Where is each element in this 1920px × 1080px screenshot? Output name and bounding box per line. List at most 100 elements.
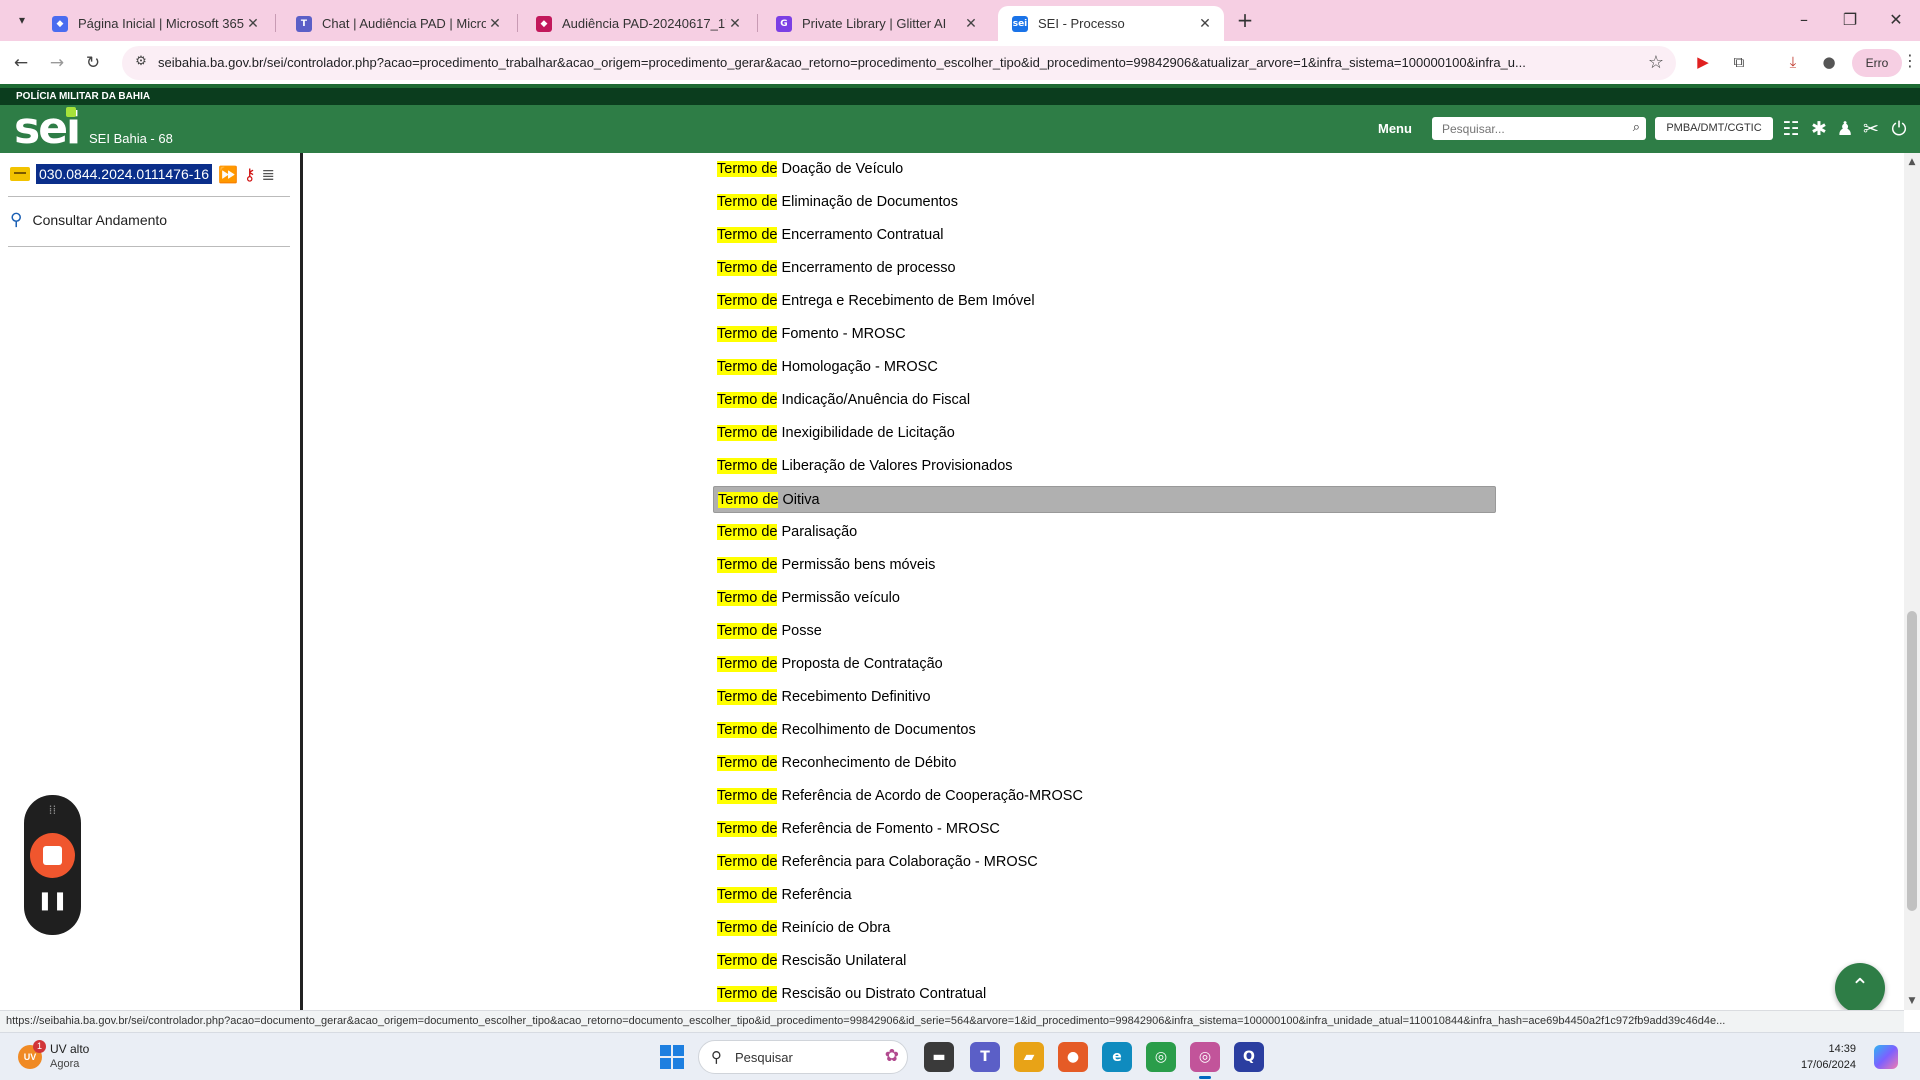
forward-arrow-icon[interactable]: → — [44, 50, 70, 76]
quickassist-app-icon[interactable]: Q — [1234, 1042, 1264, 1072]
document-type-option[interactable]: Termo de Paralisação — [713, 519, 1496, 546]
document-type-option[interactable]: Termo de Eliminação de Documentos — [713, 189, 1496, 216]
document-type-option[interactable]: Termo de Proposta de Contratação — [713, 651, 1496, 678]
file-manager-icon[interactable]: ▬ — [924, 1042, 954, 1072]
access-key-icon[interactable]: ⚷ — [244, 165, 256, 184]
menu-button[interactable]: Menu — [1378, 121, 1412, 136]
control-list-icon[interactable]: ☷ — [1780, 117, 1802, 141]
document-type-option[interactable]: Termo de Reinício de Obra — [713, 915, 1496, 942]
database-icon[interactable]: ≣ — [262, 165, 275, 184]
document-type-option[interactable]: Termo de Recolhimento de Documentos — [713, 717, 1496, 744]
edge-app-icon[interactable]: e — [1102, 1042, 1132, 1072]
tab-close-icon[interactable]: ✕ — [962, 16, 980, 32]
document-type-option[interactable]: Termo de Permissão bens móveis — [713, 552, 1496, 579]
browser-tab[interactable]: T Chat | Audiência PAD | Microsoft Teams✕ — [282, 6, 514, 41]
search-match-highlight: Termo de — [717, 524, 778, 540]
url-text[interactable]: seibahia.ba.gov.br/sei/controlador.php?a… — [158, 55, 1618, 70]
document-type-option[interactable]: Termo de Reconhecimento de Débito — [713, 750, 1496, 777]
search-match-highlight: Termo de — [717, 590, 778, 606]
copilot-icon[interactable] — [1874, 1045, 1898, 1069]
document-type-option[interactable]: Termo de Encerramento de processo — [713, 255, 1496, 282]
document-type-option[interactable]: Termo de Referência — [713, 882, 1496, 909]
notice-badge-icon[interactable]: ✱ — [1808, 117, 1830, 141]
minimize-icon[interactable]: – — [1784, 8, 1824, 32]
tab-close-icon[interactable]: ✕ — [244, 16, 262, 32]
restore-icon[interactable]: ❐ — [1830, 8, 1870, 32]
consultar-andamento-link[interactable]: ⚲ Consultar Andamento — [10, 210, 167, 230]
document-type-option[interactable]: Termo de Entrega e Recebimento de Bem Im… — [713, 288, 1496, 315]
document-type-label: Rescisão Unilateral — [781, 953, 907, 969]
browser-tab[interactable]: G Private Library | Glitter AI ✕ — [762, 6, 990, 41]
page-scrollbar[interactable]: ▲ ▼ — [1904, 153, 1920, 1010]
unit-selector[interactable]: PMBA/DMT/CGTIC — [1655, 117, 1773, 140]
browser-tab[interactable]: sei SEI - Processo ✕ — [998, 6, 1224, 41]
stop-recording-button[interactable] — [30, 833, 75, 878]
tab-search-chevron-icon[interactable]: ▾ — [10, 8, 34, 32]
fast-forward-icon[interactable]: ⏩ — [218, 165, 238, 184]
document-type-option[interactable]: Termo de Encerramento Contratual — [713, 222, 1496, 249]
user-icon[interactable]: ♟ — [1834, 117, 1856, 141]
bookmark-star-icon[interactable]: ☆ — [1648, 52, 1664, 73]
profile-avatar-icon[interactable]: ● — [1818, 51, 1840, 73]
document-type-label: Fomento - MROSC — [781, 326, 906, 342]
browser-menu-icon[interactable]: ⋮ — [1902, 51, 1918, 70]
window-close-icon[interactable]: ✕ — [1876, 8, 1916, 32]
document-type-option[interactable]: Termo de Permissão veículo — [713, 585, 1496, 612]
weather-notification-badge: 1 — [33, 1040, 46, 1053]
address-bar[interactable]: ⚙ seibahia.ba.gov.br/sei/controlador.php… — [122, 46, 1676, 80]
document-type-option[interactable]: Termo de Recebimento Definitivo — [713, 684, 1496, 711]
tab-close-icon[interactable]: ✕ — [486, 16, 504, 32]
search-match-highlight: Termo de — [717, 392, 778, 408]
document-type-option[interactable]: Termo de Oitiva — [713, 486, 1496, 513]
windows-start-icon[interactable] — [660, 1045, 684, 1069]
pause-recording-button[interactable]: ❚❚ — [24, 890, 81, 911]
tab-close-icon[interactable]: ✕ — [1196, 16, 1214, 32]
back-to-top-button[interactable]: ⌃ — [1835, 963, 1885, 1013]
document-type-option[interactable]: Termo de Referência para Colaboração - M… — [713, 849, 1496, 876]
back-arrow-icon[interactable]: ← — [8, 50, 34, 76]
document-type-option[interactable]: Termo de Rescisão Unilateral — [713, 948, 1496, 975]
document-type-option[interactable]: Termo de Indicação/Anuência do Fiscal — [713, 387, 1496, 414]
teams-app-icon[interactable]: T — [970, 1042, 1000, 1072]
document-type-option[interactable]: Termo de Referência de Acordo de Coopera… — [713, 783, 1496, 810]
scroll-down-arrow-icon[interactable]: ▼ — [1904, 996, 1920, 1006]
document-type-option[interactable]: Termo de Posse — [713, 618, 1496, 645]
firefox-app-icon[interactable]: ● — [1058, 1042, 1088, 1072]
youtube-extension-icon[interactable]: ▶ — [1692, 51, 1714, 73]
download-icon[interactable]: ⤓ — [1782, 51, 1804, 73]
process-number-link[interactable]: 030.0844.2024.0111476-16 — [36, 164, 212, 184]
scrollbar-thumb[interactable] — [1907, 611, 1917, 911]
browser-tab[interactable]: ◆ Audiência PAD-20240617_173700✕ — [522, 6, 754, 41]
search-match-highlight: Termo de — [717, 425, 778, 441]
profile-error-pill[interactable]: Erro — [1852, 49, 1902, 77]
drag-handle-icon[interactable]: ⁞⁞ — [24, 803, 81, 817]
tab-close-icon[interactable]: ✕ — [726, 16, 744, 32]
browser-tab[interactable]: ◆ Página Inicial | Microsoft 365 ✕ — [38, 6, 272, 41]
scroll-up-arrow-icon[interactable]: ▲ — [1904, 157, 1920, 167]
document-type-option[interactable]: Termo de Liberação de Valores Provisiona… — [713, 453, 1496, 480]
reload-icon[interactable]: ↻ — [80, 50, 106, 76]
search-icon[interactable]: ⌕ — [1633, 120, 1640, 135]
power-icon[interactable]: ⏻ — [1888, 117, 1910, 141]
site-info-icon[interactable]: ⚙ — [132, 54, 150, 72]
taskbar-clock[interactable]: 14:39 17/06/2024 — [1776, 1041, 1856, 1073]
taskbar-search-box[interactable]: ⚲ Pesquisar ✿ — [698, 1040, 908, 1074]
process-folder-icon[interactable] — [10, 167, 30, 181]
document-type-option[interactable]: Termo de Rescisão ou Distrato Contratual — [713, 981, 1496, 1008]
document-type-label: Inexigibilidade de Licitação — [781, 425, 955, 441]
chrome-app-icon[interactable]: ◎ — [1146, 1042, 1176, 1072]
document-type-option[interactable]: Termo de Referência de Fomento - MROSC — [713, 816, 1496, 843]
extensions-puzzle-icon[interactable]: ⧉ — [1728, 51, 1750, 73]
sei-search-input[interactable] — [1432, 117, 1622, 140]
tools-icon[interactable]: ✂ — [1860, 117, 1882, 141]
weather-title[interactable]: UV alto — [50, 1042, 89, 1056]
document-type-option[interactable]: Termo de Fomento - MROSC — [713, 321, 1496, 348]
chrome-profile-app-icon[interactable]: ◎ — [1190, 1042, 1220, 1079]
document-type-option[interactable]: Termo de Doação de Veículo — [713, 156, 1496, 183]
new-tab-button[interactable]: + — [1232, 8, 1258, 34]
explorer-app-icon[interactable]: ▰ — [1014, 1042, 1044, 1072]
windows-taskbar: UV 1 UV alto Agora ⚲ Pesquisar ✿ ▬ T ▰ ● e ◎ ◎… — [0, 1032, 1920, 1080]
document-type-option[interactable]: Termo de Inexigibilidade de Licitação — [713, 420, 1496, 447]
document-type-option[interactable]: Termo de Homologação - MROSC — [713, 354, 1496, 381]
search-match-highlight: Termo de — [717, 722, 778, 738]
